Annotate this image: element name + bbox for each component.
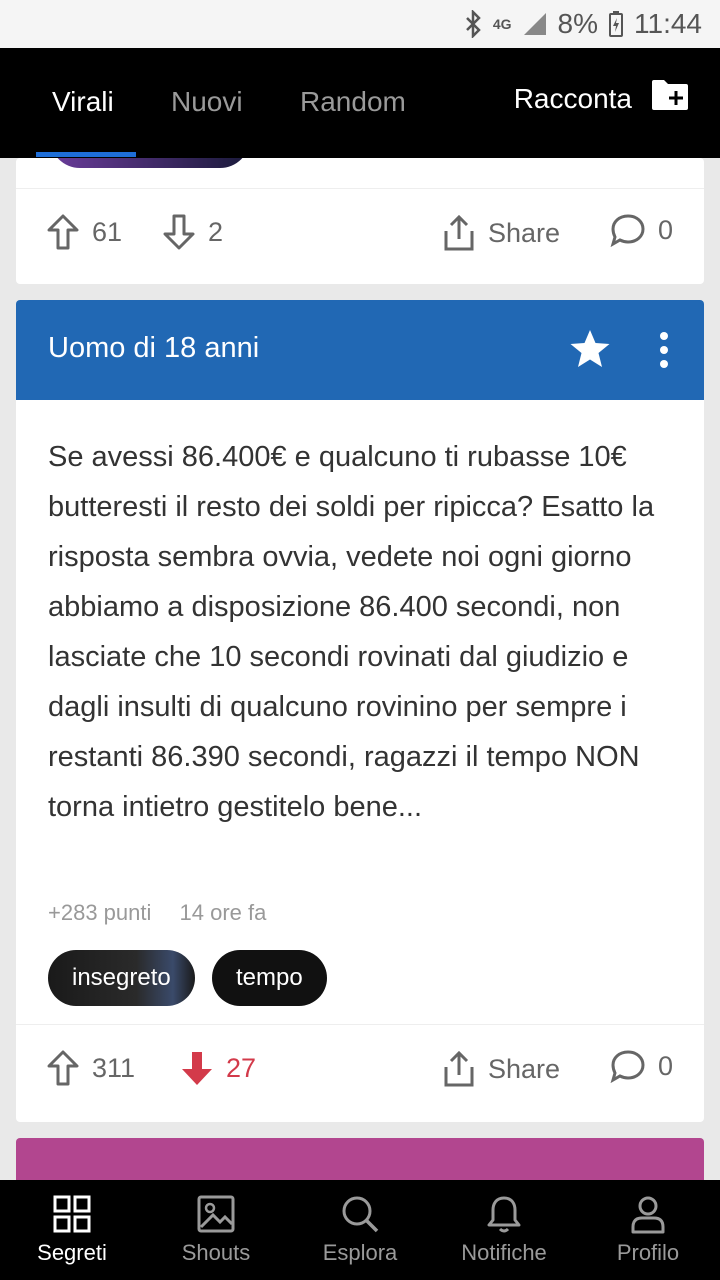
downvote-count: 2 (208, 216, 224, 247)
downvote-button[interactable]: 27 (180, 1049, 256, 1087)
share-label: Share (488, 1053, 561, 1084)
upvote-button[interactable]: 61 (46, 213, 122, 251)
nav-label: Esplora (322, 1240, 398, 1265)
star-icon (570, 330, 610, 367)
network-type: 4G (492, 16, 512, 32)
arrow-down-icon (163, 214, 195, 250)
nav-shouts[interactable]: Shouts (144, 1194, 288, 1266)
tab-nuovi[interactable]: Nuovi (171, 86, 243, 118)
tag-label: tempo (236, 964, 303, 991)
racconta-button[interactable]: Racconta (514, 78, 690, 119)
share-button[interactable]: Share (442, 1049, 560, 1089)
previous-post-card: 61 2 Share 0 (16, 158, 704, 284)
arrow-up-icon (47, 1050, 79, 1086)
tag-label: insegreto (72, 964, 171, 991)
arrow-down-filled-icon (182, 1052, 212, 1085)
share-icon (444, 214, 474, 251)
person-icon (631, 1196, 665, 1234)
post-image-fragment (50, 158, 250, 168)
comment-icon (610, 214, 645, 247)
comment-count: 0 (658, 1050, 674, 1081)
tab-virali[interactable]: Virali (52, 86, 114, 118)
arrow-up-icon (47, 214, 79, 250)
upvote-button[interactable]: 311 (46, 1049, 135, 1087)
comment-count: 0 (658, 214, 674, 245)
tag-chip[interactable]: insegreto (48, 950, 195, 1006)
racconta-label: Racconta (513, 82, 632, 114)
post-points: +283 punti (48, 900, 152, 925)
clock: 11:44 (634, 8, 702, 39)
tag-chip[interactable]: tempo (212, 950, 327, 1006)
share-label: Share (488, 217, 561, 248)
post-actions: 61 2 Share 0 (16, 188, 704, 284)
grid-icon (53, 1195, 91, 1233)
post-header: Uomo di 18 anni (16, 300, 704, 400)
share-icon (444, 1050, 474, 1087)
post-time: 14 ore fa (179, 900, 267, 925)
downvote-button[interactable]: 2 (162, 213, 223, 251)
nav-notifiche[interactable]: Notifiche (432, 1194, 576, 1266)
new-folder-icon (650, 78, 690, 119)
nav-label: Segreti (37, 1240, 107, 1265)
signal-icon (522, 11, 548, 37)
upvote-count: 61 (92, 216, 123, 247)
nav-label: Shouts (181, 1240, 251, 1265)
post-author: Uomo di 18 anni (48, 332, 260, 364)
status-bar: 4G 8% 11:44 (0, 0, 720, 48)
nav-label: Notifiche (461, 1240, 547, 1265)
favorite-button[interactable] (568, 328, 612, 375)
bottom-navigation: Segreti Shouts Esplora Notifiche Profilo (0, 1180, 720, 1280)
image-icon (197, 1195, 235, 1233)
search-icon (342, 1196, 379, 1233)
battery-percent: 8% (557, 8, 598, 39)
comment-button[interactable]: 0 (610, 1049, 673, 1083)
bell-icon (487, 1196, 521, 1233)
top-tab-bar: Virali Nuovi Random Racconta (0, 48, 720, 158)
upvote-count: 311 (92, 1052, 136, 1083)
share-button[interactable]: Share (442, 213, 560, 253)
nav-label: Profilo (616, 1240, 680, 1265)
downvote-count: 27 (226, 1052, 257, 1083)
more-options-button[interactable] (654, 330, 674, 375)
active-tab-indicator (36, 152, 136, 157)
nav-esplora[interactable]: Esplora (288, 1194, 432, 1266)
nav-profilo[interactable]: Profilo (576, 1194, 720, 1266)
post-card: Uomo di 18 anni Se avessi 86.400€ e qual… (16, 300, 704, 1122)
post-text: Se avessi 86.400€ e qualcuno ti rubasse … (48, 441, 655, 823)
comment-icon (610, 1050, 645, 1083)
kebab-menu-icon (660, 332, 668, 368)
comment-button[interactable]: 0 (610, 213, 673, 247)
post-actions: 311 27 Share 0 (16, 1024, 704, 1121)
nav-segreti[interactable]: Segreti (0, 1194, 144, 1266)
tab-random[interactable]: Random (300, 86, 406, 118)
post-meta: +283 punti 14 ore fa (48, 900, 288, 926)
battery-icon (608, 10, 624, 38)
bluetooth-icon (463, 10, 483, 38)
